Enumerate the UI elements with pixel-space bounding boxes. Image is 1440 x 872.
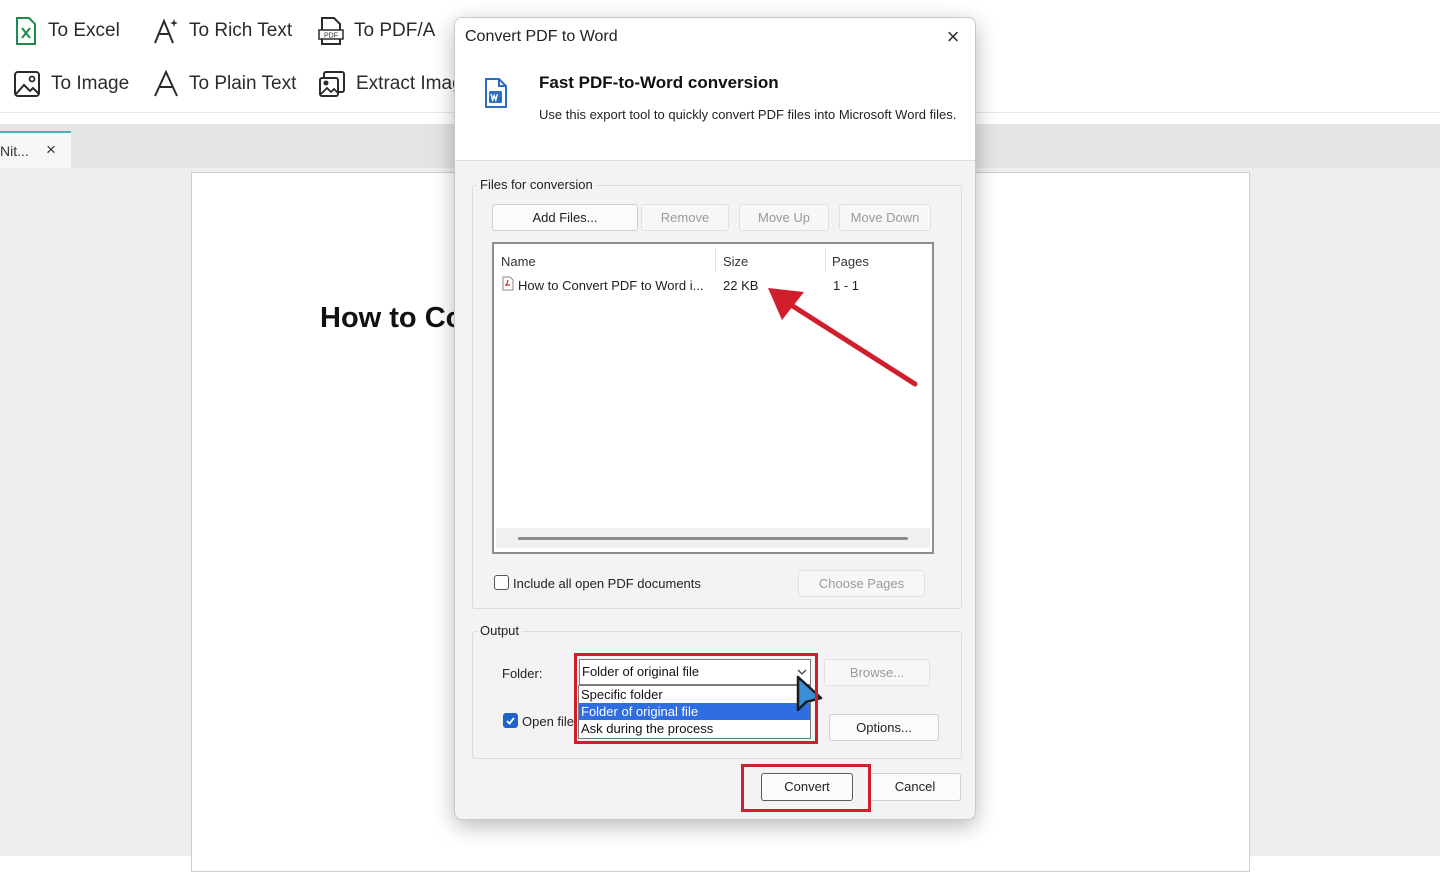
remove-button[interactable]: Remove [641, 204, 729, 231]
extract-images-button[interactable]: Extract Imag [318, 70, 463, 98]
folder-select-value: Folder of original file [582, 664, 700, 679]
to-rich-text-label: To Rich Text [189, 20, 293, 41]
dialog-title: Convert PDF to Word [465, 28, 618, 45]
open-file-checkbox[interactable] [503, 713, 518, 728]
horizontal-scrollbar[interactable] [496, 528, 930, 548]
dialog-header: Convert PDF to Word × Fast PDF-to-Word c… [455, 18, 975, 161]
column-separator [715, 248, 716, 272]
folder-dropdown-list[interactable]: Specific folder Folder of original file … [578, 685, 811, 739]
choose-pages-button[interactable]: Choose Pages [798, 570, 925, 597]
svg-text:PDF: PDF [324, 33, 338, 40]
rich-text-sparkle-icon [154, 18, 178, 44]
include-all-checkbox[interactable] [494, 575, 509, 590]
files-group-label: Files for conversion [477, 177, 596, 192]
cancel-button[interactable]: Cancel [869, 773, 961, 801]
output-group-label: Output [477, 623, 523, 638]
option-folder-of-original-file[interactable]: Folder of original file [579, 703, 810, 720]
folder-select[interactable]: Folder of original file [579, 659, 811, 685]
extract-images-label: Extract Imag [356, 73, 463, 94]
browse-button[interactable]: Browse... [824, 659, 930, 686]
file-name-cell: How to Convert PDF to Word i... [518, 278, 704, 293]
close-tab-icon[interactable]: × [46, 140, 56, 160]
to-image-label: To Image [51, 73, 130, 94]
column-header-size[interactable]: Size [723, 254, 748, 269]
to-excel-button[interactable]: To Excel [14, 17, 120, 45]
pdf-file-icon [502, 276, 514, 291]
pdfa-icon: PDF [318, 17, 344, 45]
folder-label: Folder: [502, 666, 543, 681]
document-tab-label: Nit... [0, 143, 29, 159]
mouse-cursor-icon [796, 675, 823, 712]
red-arrow-annotation-icon [768, 288, 918, 387]
to-rich-text-button[interactable]: To Rich Text [153, 17, 292, 45]
image-icon [14, 71, 40, 97]
options-button[interactable]: Options... [829, 714, 939, 741]
add-files-button[interactable]: Add Files... [492, 204, 638, 231]
move-up-button[interactable]: Move Up [739, 204, 829, 231]
to-excel-label: To Excel [48, 20, 120, 41]
scrollbar-thumb[interactable] [518, 537, 908, 540]
document-heading: How to Co [320, 302, 464, 334]
file-size-cell: 22 KB [723, 278, 759, 293]
close-icon[interactable]: × [938, 22, 968, 52]
option-ask-during-process[interactable]: Ask during the process [579, 720, 810, 737]
to-plain-text-label: To Plain Text [189, 73, 297, 94]
plain-text-icon [154, 70, 178, 97]
word-document-icon [485, 78, 507, 108]
to-pdfa-button[interactable]: PDF To PDF/A [318, 17, 435, 45]
to-plain-text-button[interactable]: To Plain Text [153, 70, 296, 98]
move-down-button[interactable]: Move Down [839, 204, 931, 231]
column-header-pages[interactable]: Pages [832, 254, 869, 269]
column-header-name[interactable]: Name [501, 254, 536, 269]
dialog-description: Use this export tool to quickly convert … [539, 107, 957, 122]
convert-pdf-to-word-dialog: Convert PDF to Word × Fast PDF-to-Word c… [454, 17, 976, 820]
include-all-label: Include all open PDF documents [513, 576, 701, 591]
open-file-label: Open file [522, 714, 574, 729]
excel-icon [16, 17, 36, 45]
to-pdfa-label: To PDF/A [354, 20, 436, 41]
option-specific-folder[interactable]: Specific folder [579, 686, 810, 703]
checkmark-icon [506, 717, 515, 725]
column-separator [825, 248, 826, 272]
dialog-heading: Fast PDF-to-Word conversion [539, 73, 779, 92]
convert-button[interactable]: Convert [761, 773, 853, 801]
to-image-button[interactable]: To Image [13, 70, 129, 98]
document-tab[interactable]: Nit... × [0, 131, 71, 168]
extract-images-icon [319, 71, 345, 97]
